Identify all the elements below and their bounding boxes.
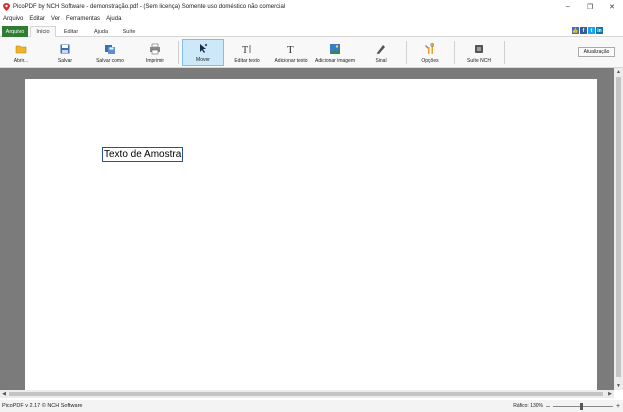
move-label: Mover bbox=[196, 57, 210, 63]
document-workspace: Texto de Amostra bbox=[0, 68, 623, 390]
suite-icon bbox=[475, 45, 483, 53]
print-label: Imprimir bbox=[145, 58, 165, 64]
toolbar-separator bbox=[178, 41, 179, 64]
svg-text:T: T bbox=[287, 44, 294, 55]
toolbar-separator bbox=[504, 41, 505, 64]
sample-text-box[interactable]: Texto de Amostra bbox=[102, 147, 184, 162]
toolbar-separator bbox=[454, 41, 455, 64]
move-cursor-icon bbox=[200, 43, 208, 53]
edit-text-icon: T bbox=[242, 45, 251, 55]
add-text-label: Adicionar texto bbox=[274, 58, 308, 64]
svg-text:T: T bbox=[242, 45, 248, 55]
move-button[interactable]: Mover bbox=[182, 39, 224, 66]
open-label: Abrir... bbox=[13, 58, 29, 64]
zoom-out-button[interactable]: – bbox=[545, 403, 551, 410]
version-text: PicoPDF v 2.17 © NCH Software bbox=[2, 403, 83, 409]
add-text-button[interactable]: T Adicionar texto bbox=[272, 39, 310, 66]
close-button[interactable]: ✕ bbox=[601, 0, 623, 13]
toolbar: Abrir... Salvar Salvar como Imprimir Mov bbox=[0, 37, 623, 68]
horizontal-scrollbar[interactable]: ◀ ▶ bbox=[0, 390, 614, 398]
open-button[interactable]: Abrir... bbox=[6, 39, 36, 66]
sign-label: Sinal bbox=[375, 58, 387, 64]
tab-arquivo[interactable]: Arquivo bbox=[2, 26, 28, 37]
tab-editar[interactable]: Editar bbox=[58, 26, 84, 37]
pen-icon bbox=[376, 45, 385, 55]
maximize-button[interactable]: ❐ bbox=[579, 0, 601, 13]
options-button[interactable]: Opções bbox=[414, 39, 446, 66]
menu-ver[interactable]: Ver bbox=[51, 16, 60, 22]
scroll-up-icon[interactable]: ▲ bbox=[614, 68, 623, 76]
nch-suite-label: Suíte NCH bbox=[467, 58, 491, 64]
save-icon bbox=[60, 44, 70, 54]
vertical-scroll-thumb[interactable] bbox=[616, 77, 621, 377]
menu-arquivo[interactable]: Arquivo bbox=[3, 16, 23, 22]
save-as-label: Salvar como bbox=[96, 58, 124, 64]
scroll-left-icon[interactable]: ◀ bbox=[0, 390, 8, 398]
update-button[interactable]: Atualização bbox=[578, 47, 615, 57]
zoom-label: Ráfico: 130% bbox=[513, 403, 543, 409]
toolbar-separator bbox=[406, 41, 407, 64]
tools-icon bbox=[425, 43, 435, 54]
text-icon: T bbox=[287, 44, 294, 55]
options-label: Opções bbox=[421, 58, 439, 64]
image-icon bbox=[330, 44, 340, 54]
horizontal-scroll-thumb[interactable] bbox=[9, 392, 603, 396]
window-title: PicoPDF by NCH Software - demonstração.p… bbox=[13, 3, 286, 10]
menu-ajuda[interactable]: Ajuda bbox=[106, 16, 121, 22]
printer-icon bbox=[150, 43, 160, 55]
zoom-control: Ráfico: 130% – + bbox=[513, 400, 621, 412]
save-as-icon bbox=[105, 45, 115, 54]
save-button[interactable]: Salvar bbox=[50, 39, 80, 66]
zoom-slider-thumb[interactable] bbox=[580, 402, 583, 410]
app-icon bbox=[3, 2, 10, 11]
save-label: Salvar bbox=[57, 58, 73, 64]
add-image-label: Adicionar imagem bbox=[314, 58, 356, 64]
folder-icon bbox=[15, 45, 27, 54]
menu-ferramentas[interactable]: Ferramentas bbox=[66, 16, 100, 22]
twitter-icon[interactable]: t bbox=[588, 27, 595, 34]
title-bar: PicoPDF by NCH Software - demonstração.p… bbox=[0, 0, 623, 13]
ribbon-tabs: Arquivo Início Editar Ajuda Suíte 👍 f t … bbox=[0, 25, 623, 38]
linkedin-icon[interactable]: in bbox=[596, 27, 603, 34]
tab-suite[interactable]: Suíte bbox=[116, 26, 142, 37]
add-image-button[interactable]: Adicionar imagem bbox=[314, 39, 356, 66]
print-button[interactable]: Imprimir bbox=[140, 39, 170, 66]
menu-editar[interactable]: Editar bbox=[29, 16, 45, 22]
facebook-icon[interactable]: f bbox=[580, 27, 587, 34]
nch-suite-button[interactable]: Suíte NCH bbox=[462, 39, 496, 66]
edit-text-label: Editar texto bbox=[234, 58, 260, 64]
menu-bar: Arquivo Editar Ver Ferramentas Ajuda bbox=[0, 13, 623, 24]
zoom-slider[interactable] bbox=[553, 402, 613, 410]
scroll-right-icon[interactable]: ▶ bbox=[606, 390, 614, 398]
social-links: 👍 f t in bbox=[572, 27, 603, 34]
scroll-down-icon[interactable]: ▼ bbox=[614, 382, 623, 390]
edit-text-button[interactable]: T Editar texto bbox=[230, 39, 264, 66]
pdf-page[interactable]: Texto de Amostra bbox=[25, 79, 597, 390]
minimize-button[interactable]: – bbox=[557, 0, 579, 13]
sign-button[interactable]: Sinal bbox=[366, 39, 396, 66]
tab-ajuda[interactable]: Ajuda bbox=[88, 26, 114, 37]
zoom-in-button[interactable]: + bbox=[615, 403, 621, 410]
save-as-button[interactable]: Salvar como bbox=[92, 39, 128, 66]
like-icon[interactable]: 👍 bbox=[572, 27, 579, 34]
vertical-scrollbar[interactable]: ▲ ▼ bbox=[614, 68, 623, 390]
